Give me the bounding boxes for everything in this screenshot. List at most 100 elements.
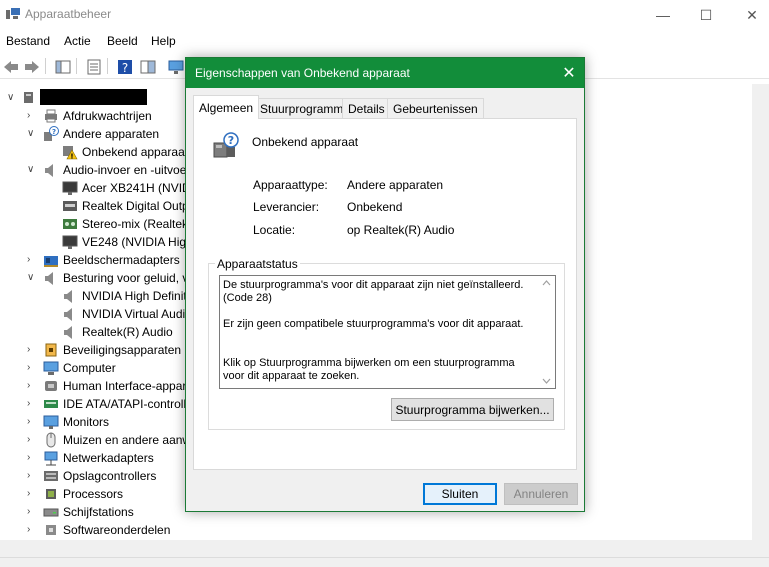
- tab-gebeurtenissen[interactable]: Gebeurtenissen: [387, 98, 484, 118]
- close-button[interactable]: Sluiten: [423, 483, 497, 505]
- expand-chevron-icon[interactable]: ›: [27, 417, 37, 427]
- unknown-devices-icon: ?: [43, 126, 59, 142]
- prop-label-location: Locatie:: [253, 223, 296, 237]
- tree-item[interactable]: › Opslagcontrollers: [27, 467, 156, 485]
- speaker-icon: [43, 270, 59, 286]
- expand-chevron-icon[interactable]: ›: [27, 453, 37, 463]
- tree-vertical-scrollbar[interactable]: [752, 84, 769, 540]
- tree-root[interactable]: ∨: [7, 89, 43, 107]
- speaker-icon: [62, 306, 78, 322]
- action-view-icon[interactable]: [138, 57, 156, 75]
- expand-chevron-icon[interactable]: ›: [27, 363, 37, 373]
- status-bar: [0, 557, 769, 567]
- software-component-icon: [43, 522, 59, 538]
- expand-chevron-icon[interactable]: ›: [27, 489, 37, 499]
- tree-item-label: Processors: [63, 487, 124, 501]
- monitor-icon: [43, 414, 59, 430]
- menu-help[interactable]: Help: [151, 34, 176, 48]
- prop-value-manufacturer: Onbekend: [347, 200, 403, 214]
- tree-item[interactable]: ∨? Andere apparaten: [27, 125, 159, 143]
- tree-item[interactable]: Realtek(R) Audio: [46, 323, 173, 341]
- tab-algemeen[interactable]: Algemeen: [193, 95, 260, 119]
- dialog-titlebar[interactable]: Eigenschappen van Onbekend apparaat ✕: [186, 58, 584, 88]
- tree-item[interactable]: ! Onbekend apparaat: [46, 143, 188, 161]
- expand-chevron-icon[interactable]: ›: [27, 399, 37, 409]
- expand-chevron-icon[interactable]: ›: [27, 345, 37, 355]
- stereo-mix-icon: [62, 216, 78, 232]
- printer-icon: [43, 108, 59, 124]
- expand-chevron-icon[interactable]: ›: [27, 255, 37, 265]
- svg-text:!: !: [70, 153, 73, 161]
- help-icon[interactable]: ?: [115, 57, 133, 75]
- tree-horizontal-scrollbar[interactable]: [0, 540, 769, 557]
- tree-item-label: IDE ATA/ATAPI-controllers: [63, 397, 203, 411]
- status-scrollbar[interactable]: [538, 276, 555, 388]
- tree-item-label: Afdrukwachtrijen: [63, 109, 152, 123]
- storage-controller-icon: [43, 468, 59, 484]
- tree-item[interactable]: › Beveiligingsapparaten: [27, 341, 181, 359]
- tree-item[interactable]: › Monitors: [27, 413, 109, 431]
- expand-chevron-icon[interactable]: ›: [27, 507, 37, 517]
- mouse-icon: [43, 432, 59, 448]
- tab-details[interactable]: Details: [342, 98, 391, 118]
- tree-item-label: Monitors: [63, 415, 110, 429]
- tree-item-label: Netwerkadapters: [63, 451, 154, 465]
- properties-dialog: Eigenschappen van Onbekend apparaat ✕ Al…: [185, 57, 585, 512]
- tree-item-label: Computer: [63, 361, 116, 375]
- svg-text:?: ?: [52, 128, 56, 136]
- prop-value-type: Andere apparaten: [347, 178, 444, 192]
- back-arrow-icon[interactable]: [1, 57, 19, 75]
- forward-arrow-icon[interactable]: [22, 57, 40, 75]
- display-adapter-icon: [43, 252, 59, 268]
- tree-item[interactable]: › Human Interface-apparaten: [27, 377, 210, 395]
- tree-item[interactable]: › IDE ATA/ATAPI-controllers: [27, 395, 203, 413]
- tree-item-label: Softwareonderdelen: [63, 523, 171, 537]
- show-hide-console-tree-icon[interactable]: [53, 57, 71, 75]
- expand-chevron-icon[interactable]: ›: [27, 435, 37, 445]
- prop-value-location: op Realtek(R) Audio: [347, 223, 455, 237]
- tree-item[interactable]: › Beeldschermadapters: [27, 251, 180, 269]
- menu-bestand[interactable]: Bestand: [6, 34, 50, 48]
- device-status-textbox[interactable]: De stuurprogramma's voor dit apparaat zi…: [219, 275, 556, 389]
- tree-item[interactable]: › Schijfstations: [27, 503, 134, 521]
- tree-item[interactable]: › Afdrukwachtrijen: [27, 107, 152, 125]
- collapse-chevron-icon[interactable]: ∨: [27, 129, 37, 139]
- toolbar-separator: [76, 58, 77, 74]
- collapse-chevron-icon[interactable]: ∨: [7, 93, 17, 103]
- warning-device-icon: !: [62, 144, 78, 160]
- menu-beeld[interactable]: Beeld: [107, 34, 138, 48]
- expand-chevron-icon[interactable]: ›: [27, 525, 37, 535]
- expand-chevron-icon[interactable]: ›: [27, 381, 37, 391]
- tree-item[interactable]: › Netwerkadapters: [27, 449, 154, 467]
- close-window-button[interactable]: ✕: [729, 0, 769, 30]
- tree-item[interactable]: › Computer: [27, 359, 116, 377]
- expand-chevron-icon[interactable]: ›: [27, 471, 37, 481]
- status-paragraph: De stuurprogramma's voor dit apparaat zi…: [223, 279, 524, 304]
- minimize-button[interactable]: —: [640, 0, 686, 30]
- collapse-chevron-icon[interactable]: ∨: [27, 273, 37, 283]
- monitor-scan-icon[interactable]: [166, 57, 184, 75]
- collapse-chevron-icon[interactable]: ∨: [27, 165, 37, 175]
- dialog-title: Eigenschappen van Onbekend apparaat: [195, 66, 410, 80]
- expand-chevron-icon[interactable]: ›: [27, 111, 37, 121]
- menu-actie[interactable]: Actie: [64, 34, 91, 48]
- speaker-icon: [62, 288, 78, 304]
- maximize-button[interactable]: ☐: [683, 0, 729, 30]
- tree-item-label: Onbekend apparaat: [82, 145, 189, 159]
- dialog-close-button[interactable]: ✕: [554, 58, 584, 88]
- tree-item[interactable]: › Processors: [27, 485, 123, 503]
- properties-icon[interactable]: [84, 57, 102, 75]
- device-status-legend: Apparaatstatus: [215, 257, 300, 271]
- tree-item[interactable]: › Softwareonderdelen: [27, 521, 170, 539]
- update-driver-button[interactable]: Stuurprogramma bijwerken...: [391, 398, 554, 421]
- speaker-icon: [62, 324, 78, 340]
- device-status-group: Apparaatstatus De stuurprogramma's voor …: [208, 257, 565, 430]
- tree-item[interactable]: ∨ Audio-invoer en -uitvoer: [27, 161, 190, 179]
- tab-stuurprogramma[interactable]: Stuurprogramma: [254, 98, 357, 118]
